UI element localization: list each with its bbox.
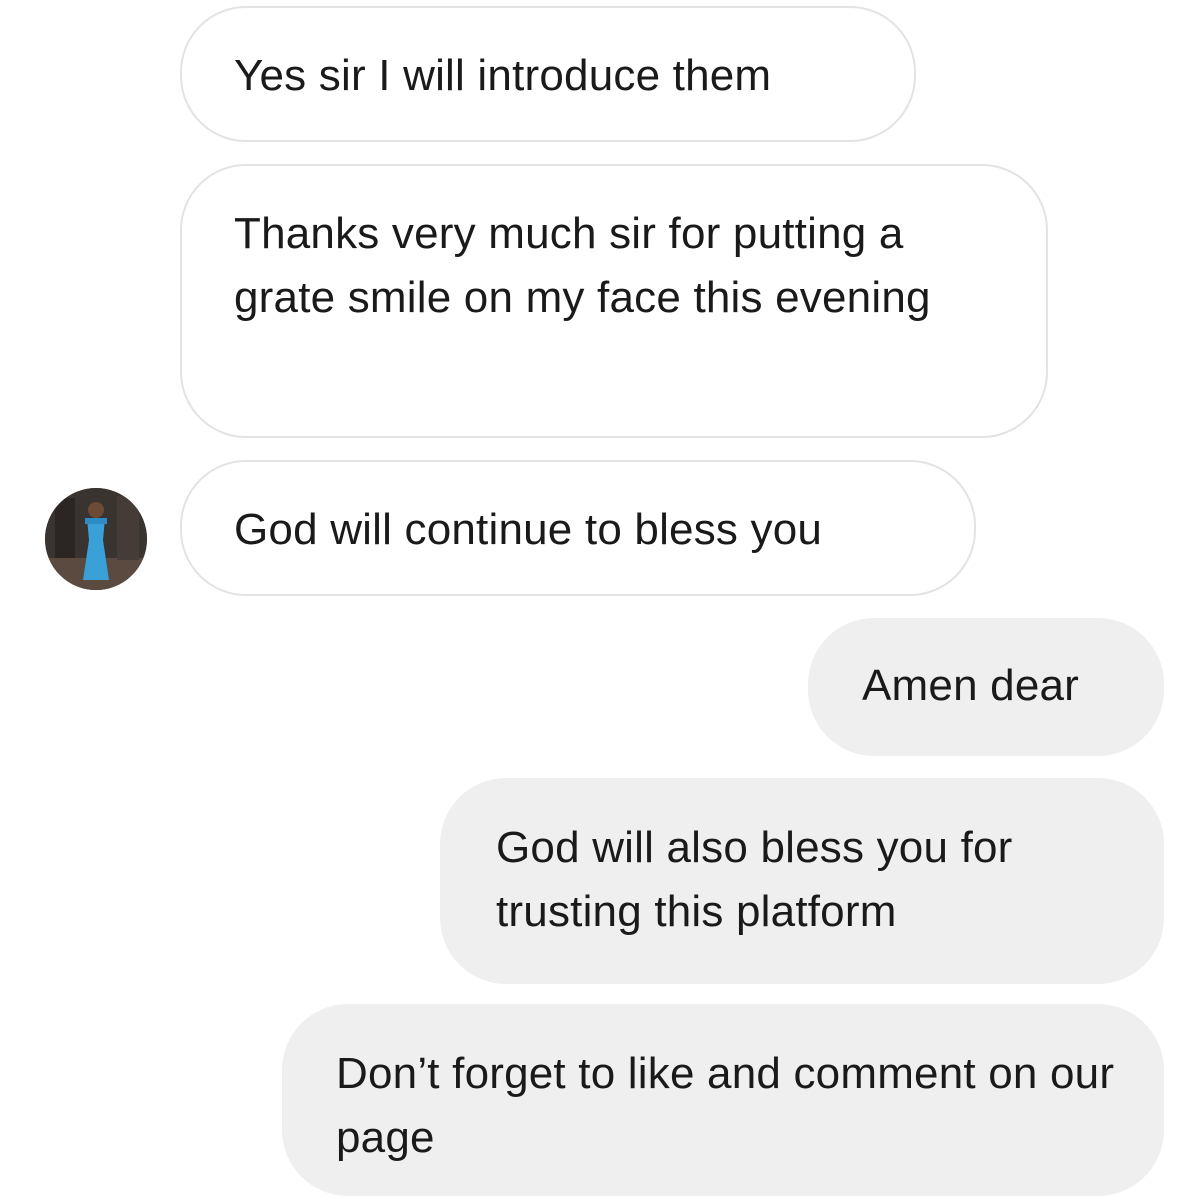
message-bubble-outgoing[interactable]: Don’t forget to like and comment on our … <box>282 1004 1164 1196</box>
message-bubble-incoming[interactable]: Thanks very much sir for putting a grate… <box>180 164 1048 438</box>
message-bubble-outgoing[interactable]: God will also bless you for trusting thi… <box>440 778 1164 984</box>
avatar[interactable] <box>45 488 147 590</box>
message-bubble-outgoing[interactable]: Amen dear <box>808 618 1164 756</box>
message-bubble-incoming[interactable]: Yes sir I will introduce them <box>180 6 916 142</box>
message-text: Don’t forget to like and comment on our … <box>336 1049 1115 1162</box>
message-text: God will also bless you for trusting thi… <box>496 823 1013 936</box>
message-text: Amen dear <box>862 661 1080 710</box>
message-text: God will continue to bless you <box>234 505 823 554</box>
message-text: Thanks very much sir for putting a grate… <box>234 209 931 322</box>
message-text: Yes sir I will introduce them <box>234 51 772 100</box>
avatar-photo <box>45 488 147 590</box>
message-bubble-incoming[interactable]: God will continue to bless you <box>180 460 976 596</box>
